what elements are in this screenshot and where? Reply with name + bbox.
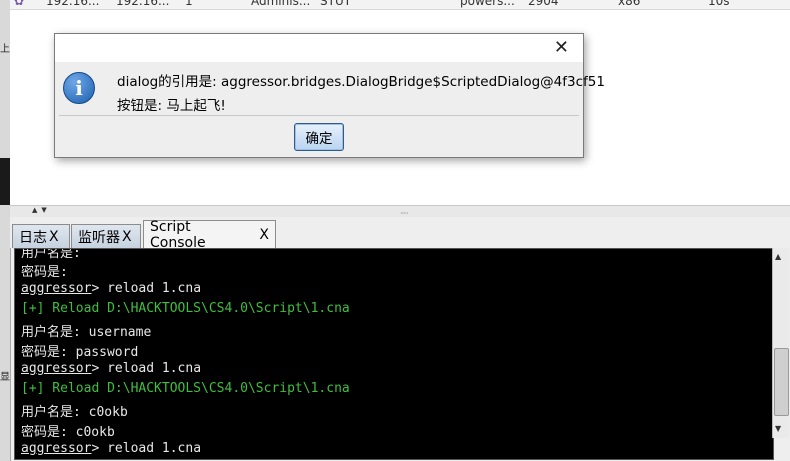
tab-script-console[interactable]: Script Console X <box>143 218 276 251</box>
session-cell-arch: x86 <box>618 0 641 8</box>
console-scrollbar[interactable]: ▲ ▼ <box>772 248 789 438</box>
dialog-separator <box>59 115 579 116</box>
tab-label: 监听器 <box>78 229 120 246</box>
scrollbar-thumb[interactable] <box>774 348 789 416</box>
console-line: 密码是: c0okb <box>21 425 115 440</box>
console-prompt: aggressor <box>21 441 92 456</box>
scroll-down-icon[interactable]: ▼ <box>775 424 781 433</box>
close-icon[interactable]: ✕ <box>554 37 569 58</box>
edge-glyph: 上 <box>0 44 10 55</box>
console-line: aggressor> reload 1.cna <box>21 361 202 376</box>
message-dialog: ✕ dialog的引用是: aggressor.bridges.DialogBr… <box>54 33 605 158</box>
info-icon <box>63 72 95 104</box>
console-line: [+] Reload D:\HACKTOOLS\CS4.0\Script\1.c… <box>21 381 350 396</box>
tab-label: Script Console <box>150 218 206 251</box>
session-cell-pid: 2904 <box>528 0 559 8</box>
console-line: 用户名是: c0okb <box>21 405 128 420</box>
console-prompt: aggressor <box>21 361 92 376</box>
tab-log[interactable]: 日志 X <box>12 224 70 248</box>
console-prompt: aggressor <box>21 281 92 296</box>
console-line: 密码是: password <box>21 345 139 360</box>
console-line: 用户名是: username <box>21 325 152 340</box>
console-line: 用户名是: <box>21 248 81 261</box>
session-table-row[interactable]: ✿ 192.16... 192.16... 1 Adminis... STUT … <box>10 0 790 9</box>
console-line: aggressor> reload 1.cna <box>21 281 202 296</box>
session-cell-process: powers... <box>460 0 515 8</box>
console-line: [+] Reload D:\HACKTOOLS\CS4.0\Script\1.c… <box>21 301 350 316</box>
session-cell-external: 192.16... <box>46 0 100 8</box>
ok-button[interactable]: 确定 <box>294 123 344 151</box>
dialog-message-reference: dialog的引用是: aggressor.bridges.DialogBrid… <box>117 74 605 90</box>
dialog-titlebar[interactable]: ✕ <box>55 34 583 62</box>
console-line: 密码是: <box>21 265 68 280</box>
tab-label: 日志 <box>19 229 47 246</box>
session-cell-listener: 1 <box>185 0 193 8</box>
tab-bar: 日志 X 监听器 X Script Console X <box>10 217 790 251</box>
tab-close-icon[interactable]: X <box>122 229 132 245</box>
edge-dark-area <box>0 158 10 205</box>
dialog-message-button: 按钮是: 马上起飞! <box>117 98 226 114</box>
session-cell-internal: 192.16... <box>116 0 170 8</box>
session-cell-computer: STUT <box>320 0 352 8</box>
collapse-arrows-icon[interactable]: ▲▼ <box>32 206 51 214</box>
script-console-output[interactable]: 用户名是: 密码是: aggressor> reload 1.cna [+] R… <box>14 248 774 460</box>
session-cell-last: 10s <box>708 0 730 8</box>
edge-glyph: 显 <box>0 372 10 383</box>
console-line: aggressor> reload 1.cna <box>21 441 202 456</box>
session-icon: ✿ <box>14 0 25 8</box>
session-cell-user: Adminis... <box>251 0 311 8</box>
tab-close-icon[interactable]: X <box>49 229 59 245</box>
tab-listeners[interactable]: 监听器 X <box>71 224 141 248</box>
scroll-up-icon[interactable]: ▲ <box>775 252 781 261</box>
tab-close-icon[interactable]: X <box>259 227 269 243</box>
